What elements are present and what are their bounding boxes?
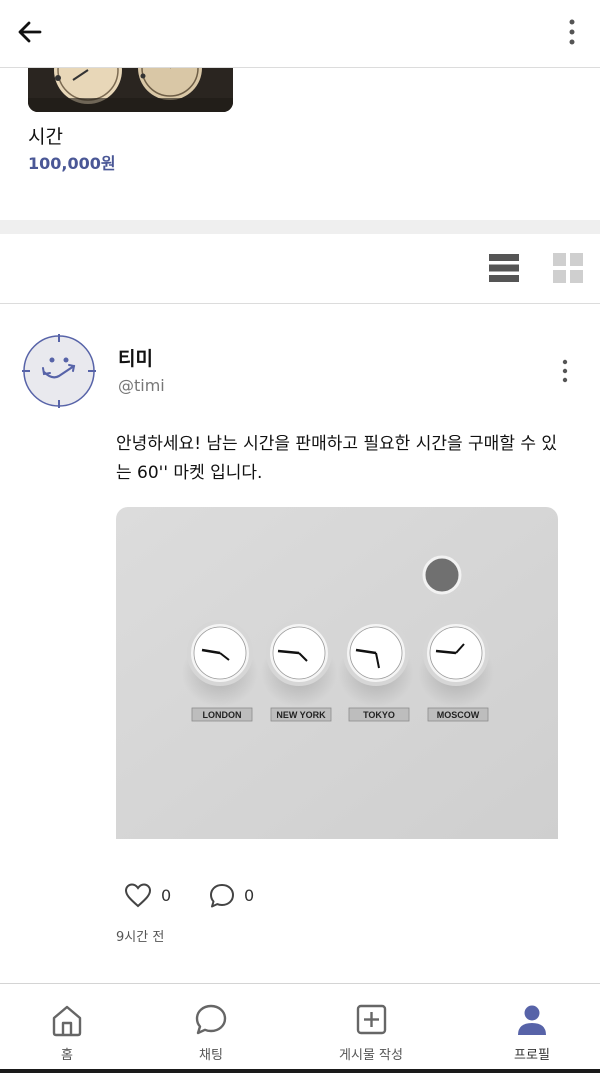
more-options-button[interactable]	[558, 14, 586, 50]
add-post-icon	[356, 1004, 387, 1035]
nav-write-post[interactable]: 게시물 작성	[296, 984, 446, 1073]
nav-profile[interactable]: 프로필	[457, 984, 600, 1073]
chat-bubble-icon	[210, 884, 234, 908]
post-timestamp: 9시간 전	[116, 930, 165, 945]
nav-label: 프로필	[514, 1048, 550, 1063]
home-icon	[52, 1005, 82, 1037]
screen-edge	[0, 1069, 600, 1073]
clock-label: MOSCOW	[437, 710, 480, 720]
section-divider	[0, 220, 600, 234]
nav-label: 게시물 작성	[339, 1048, 403, 1063]
nav-home[interactable]: 홈	[0, 984, 142, 1073]
like-count: 0	[161, 886, 172, 905]
product-price: 100,000원	[28, 154, 116, 173]
user-handle: @timi	[118, 376, 165, 395]
nav-label: 홈	[61, 1048, 73, 1063]
like-button[interactable]	[124, 882, 152, 910]
avatar[interactable]	[22, 334, 96, 408]
user-name[interactable]: 티미	[118, 344, 153, 371]
smiley-clock-icon	[22, 334, 96, 408]
top-app-bar	[0, 0, 600, 68]
clock-label: LONDON	[203, 710, 242, 720]
bottom-navigation: 홈 채팅 게시물 작성 프로필	[0, 983, 600, 1073]
list-view-icon	[489, 254, 519, 282]
comment-count: 0	[244, 886, 255, 905]
back-button[interactable]	[12, 14, 48, 50]
post-text: 안녕하세요! 남는 시간을 판매하고 필요한 시간을 구매할 수 있는 60''…	[116, 434, 558, 483]
arrow-left-icon	[18, 21, 42, 43]
kebab-vertical-icon	[569, 19, 575, 45]
post-more-options-button[interactable]	[552, 356, 578, 386]
grid-view-button[interactable]	[552, 252, 584, 284]
nav-label: 채팅	[199, 1048, 223, 1063]
kebab-vertical-icon	[562, 359, 568, 383]
chat-bubble-icon	[195, 1004, 227, 1035]
clock-label: NEW YORK	[276, 710, 326, 720]
grid-view-icon	[553, 253, 583, 283]
clock-label: TOKYO	[363, 710, 395, 720]
comment-button[interactable]	[208, 882, 236, 910]
profile-icon	[518, 1005, 546, 1035]
heart-icon	[124, 883, 152, 908]
world-clocks-image: LONDON NEW YORK TOKYO MOSCOW	[116, 507, 558, 839]
post-image[interactable]: LONDON NEW YORK TOKYO MOSCOW	[116, 507, 558, 839]
list-view-button[interactable]	[488, 252, 520, 284]
product-title: 시간	[28, 126, 63, 148]
nav-chat[interactable]: 채팅	[136, 984, 286, 1073]
view-toggle-bar	[0, 234, 600, 304]
